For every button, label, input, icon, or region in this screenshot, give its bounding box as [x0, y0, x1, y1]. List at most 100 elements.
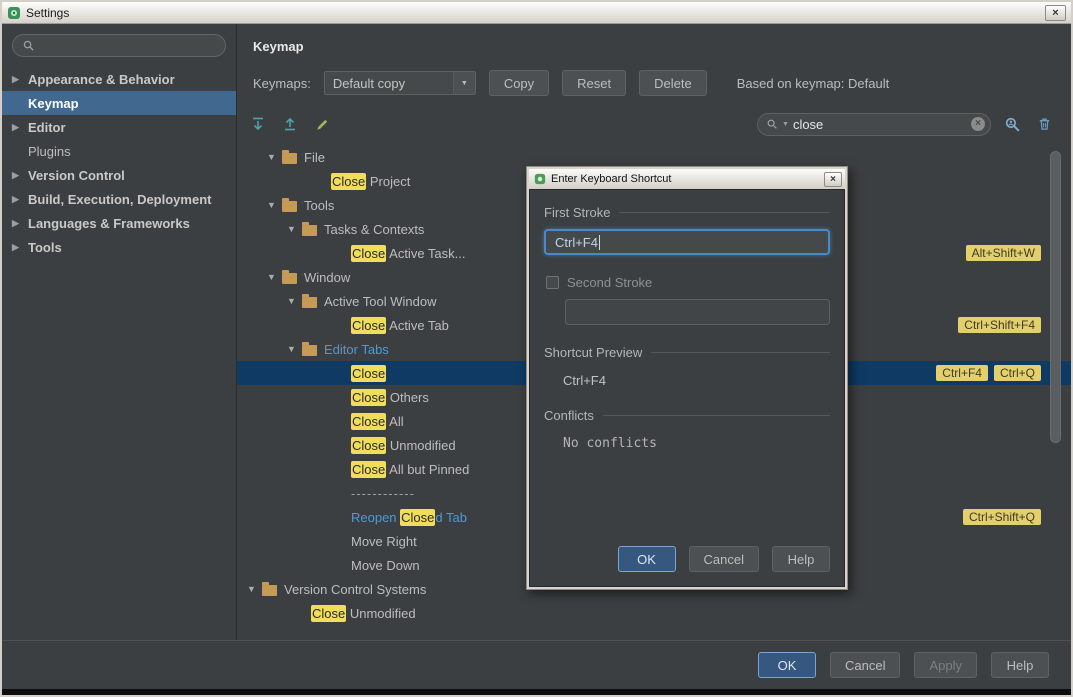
text-caret — [598, 234, 600, 250]
copy-keymap-button[interactable]: Copy — [488, 70, 550, 96]
sidebar-item-label: Keymap — [28, 95, 79, 111]
titlebar: Settings × — [2, 2, 1071, 24]
action-label-segment: Active Tab — [386, 317, 449, 333]
tree-expand-arrow-icon[interactable]: ▼ — [247, 584, 262, 594]
collapse-all-button[interactable] — [279, 113, 301, 135]
action-label-segment: d Tab — [435, 509, 467, 525]
ok-button[interactable]: OK — [758, 652, 816, 678]
dropdown-arrow-icon[interactable]: ▼ — [452, 72, 475, 94]
tree-row-close-unmodified[interactable]: Close Unmodified — [237, 601, 1071, 625]
sidebar-item-plugins[interactable]: Plugins — [2, 139, 236, 163]
action-label-segment: Reopen — [351, 509, 401, 525]
shortcut-filter-input[interactable]: ▼ close × — [757, 112, 991, 136]
pencil-icon — [316, 119, 327, 130]
sidebar-item-keymap[interactable]: Keymap — [2, 91, 236, 115]
folder-icon — [302, 341, 317, 356]
dialog-body: First Stroke Ctrl+F4 Second Stroke Short… — [529, 189, 845, 587]
sidebar-item-tools[interactable]: ▶ Tools — [2, 235, 236, 259]
tree-expand-arrow-icon[interactable]: ▼ — [267, 272, 282, 282]
dialog-ok-button[interactable]: OK — [617, 546, 676, 572]
tree-scrollbar[interactable] — [1050, 147, 1061, 638]
chevron-right-icon[interactable]: ▶ — [12, 194, 28, 205]
settings-sidebar: ▶ Appearance & Behavior Keymap ▶ Editor Plugi… — [2, 24, 237, 640]
folder-icon — [282, 269, 297, 284]
sidebar-search-input[interactable] — [12, 34, 226, 57]
folder-icon — [302, 221, 317, 236]
sidebar-item-languages-frameworks[interactable]: ▶ Languages & Frameworks — [2, 211, 236, 235]
expand-all-button[interactable] — [247, 113, 269, 135]
second-stroke-input[interactable] — [565, 299, 830, 325]
action-label-segment: All — [386, 413, 404, 429]
dialog-cancel-button[interactable]: Cancel — [688, 546, 759, 572]
chevron-right-icon[interactable]: ▶ — [12, 242, 28, 253]
search-match-highlight: Close — [331, 172, 367, 190]
shortcut-badge: Ctrl+Shift+Q — [962, 509, 1041, 525]
cancel-button[interactable]: Cancel — [830, 652, 901, 678]
shortcut-badges: Ctrl+Shift+Q — [962, 509, 1041, 525]
dialog-buttons: OK Cancel Help — [544, 530, 830, 572]
search-match-highlight: Close — [351, 388, 387, 406]
tree-expand-arrow-icon[interactable]: ▼ — [267, 152, 282, 162]
sidebar-item-version-control[interactable]: ▶ Version Control — [2, 163, 236, 187]
action-label-segment: Unmodified — [386, 437, 456, 453]
sidebar-items: ▶ Appearance & Behavior Keymap ▶ Editor Plugi… — [2, 67, 236, 259]
keymap-select[interactable]: Default copy ▼ — [323, 71, 476, 95]
scrollbar-thumb[interactable] — [1050, 151, 1061, 443]
tree-expand-arrow-icon[interactable]: ▼ — [287, 296, 302, 306]
tree-folder-label: Tasks & Contexts — [324, 221, 425, 237]
first-stroke-input[interactable]: Ctrl+F4 — [544, 229, 830, 255]
reset-keymap-button[interactable]: Reset — [562, 70, 627, 96]
tree-expand-arrow-icon[interactable]: ▼ — [287, 224, 302, 234]
sidebar-item-build-execution-deployment[interactable]: ▶ Build, Execution, Deployment — [2, 187, 236, 211]
magnifier-person-icon — [1005, 117, 1020, 132]
search-match-highlight: Close — [351, 436, 387, 454]
delete-keymap-button[interactable]: Delete — [639, 70, 707, 96]
collapse-all-icon — [285, 117, 295, 131]
shortcut-preview-section: Shortcut Preview — [544, 345, 830, 360]
folder-icon — [262, 581, 277, 596]
shortcut-preview-label: Shortcut Preview — [544, 345, 643, 360]
window-bottom-edge — [2, 689, 1071, 695]
chevron-right-icon[interactable]: ▶ — [12, 74, 28, 85]
apply-button[interactable]: Apply — [914, 652, 977, 678]
tree-expand-arrow-icon[interactable]: ▼ — [267, 200, 282, 210]
chevron-right-icon[interactable]: ▶ — [12, 122, 28, 133]
find-actions-by-shortcut-button[interactable] — [1001, 113, 1023, 135]
help-button[interactable]: Help — [991, 652, 1049, 678]
settings-app-icon — [8, 6, 20, 19]
tree-folder-label: Editor Tabs — [324, 341, 389, 357]
chevron-right-icon[interactable]: ▶ — [12, 218, 28, 229]
sidebar-item-editor[interactable]: ▶ Editor — [2, 115, 236, 139]
sidebar-item-appearance-behavior[interactable]: ▶ Appearance & Behavior — [2, 67, 236, 91]
shortcut-badge: Ctrl+Shift+F4 — [958, 317, 1041, 333]
second-stroke-checkbox[interactable] — [546, 276, 559, 289]
sidebar-item-label: Build, Execution, Deployment — [28, 191, 212, 207]
tree-folder-label: Active Tool Window — [324, 293, 437, 309]
search-history-chevron-icon[interactable]: ▼ — [782, 121, 789, 128]
shortcut-badge: Ctrl+Q — [993, 365, 1041, 381]
window-title: Settings — [26, 5, 70, 20]
sidebar-item-label: Languages & Frameworks — [28, 215, 190, 231]
dialog-help-button[interactable]: Help — [772, 546, 830, 572]
dialog-titlebar: Enter Keyboard Shortcut × — [529, 169, 845, 189]
separator-text: ------------ — [351, 485, 415, 501]
keymap-toolbar: ▼ close × — [247, 111, 1055, 137]
remove-shortcut-button[interactable] — [1033, 113, 1055, 135]
dialog-close-button[interactable]: × — [824, 171, 842, 187]
window-close-button[interactable]: × — [1045, 4, 1066, 21]
chevron-right-icon[interactable]: ▶ — [12, 170, 28, 181]
clear-search-icon[interactable]: × — [971, 117, 985, 131]
dialog-title: Enter Keyboard Shortcut — [551, 173, 672, 185]
shortcut-badge: Ctrl+F4 — [936, 365, 988, 381]
edit-shortcut-button[interactable] — [311, 113, 333, 135]
conflicts-value: No conflicts — [563, 436, 657, 451]
tree-folder-label: File — [304, 149, 325, 165]
folder-icon — [302, 293, 317, 308]
tree-expand-arrow-icon[interactable]: ▼ — [287, 344, 302, 354]
search-match-highlight: Close — [351, 316, 387, 334]
action-label-segment: Others — [386, 389, 429, 405]
shortcut-badges: Ctrl+F4 Ctrl+Q — [936, 365, 1041, 381]
shortcut-badge: Alt+Shift+W — [965, 245, 1041, 261]
search-match-highlight: Close — [311, 604, 347, 622]
keymap-select-value: Default copy — [332, 75, 406, 91]
